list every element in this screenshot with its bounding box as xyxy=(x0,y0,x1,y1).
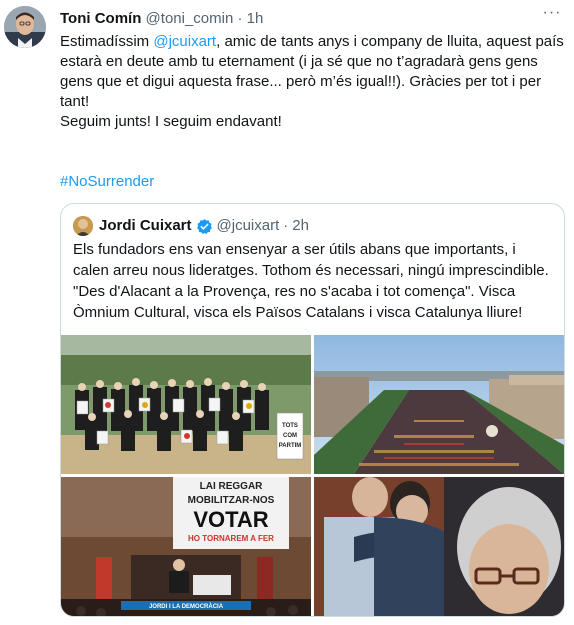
tweet-paragraph-2: Seguim junts! I seguim endavant! xyxy=(60,113,282,130)
sign-line-4: HO TORNAREM A FER xyxy=(188,534,274,543)
sign-line-1: LAI REGGAR xyxy=(200,481,264,492)
banner-text: JORDI I LA DEMOCRÀCIA xyxy=(149,603,224,610)
tweet[interactable]: Toni Comín @toni_comin · 1h ··· Estimadí… xyxy=(0,0,574,625)
quoted-tweet-time[interactable]: 2h xyxy=(292,215,309,237)
tweet-text-segment: Estimadíssim xyxy=(60,33,154,50)
quoted-tweet-header: Jordi Cuixart @jcuixart · 2h xyxy=(73,215,309,237)
quoted-tweet-media-grid: TOTS COM PARTIM LAI REGGAR MOBILITZAR-NO… xyxy=(61,335,564,616)
more-options-icon[interactable]: ··· xyxy=(540,5,564,26)
quoted-author-handle[interactable]: @jcuixart xyxy=(217,215,280,237)
quoted-tweet-text: Els fundadors ens van ensenyar a ser úti… xyxy=(73,241,549,321)
mention-link[interactable]: @jcuixart xyxy=(153,33,216,50)
author-handle[interactable]: @toni_comin xyxy=(146,10,234,27)
photo-crowd-street[interactable] xyxy=(314,335,564,474)
tweet-text: Estimadíssim @jcuixart, amic de tants an… xyxy=(60,32,564,192)
tweet-paragraph-1: Estimadíssim @jcuixart, amic de tants an… xyxy=(60,32,564,112)
photo-group-with-signs[interactable]: TOTS COM PARTIM xyxy=(61,335,311,474)
photo-stage-votar[interactable]: LAI REGGAR MOBILITZAR-NOS VOTAR HO TORNA… xyxy=(61,477,311,616)
verified-badge-icon xyxy=(196,218,213,235)
quoted-author-avatar[interactable] xyxy=(73,216,93,236)
tweet-time[interactable]: 1h xyxy=(247,10,264,27)
quoted-tweet[interactable]: Jordi Cuixart @jcuixart · 2h Els fundado… xyxy=(60,203,565,617)
svg-text:PARTIM: PARTIM xyxy=(279,443,302,449)
author-name[interactable]: Toni Comín xyxy=(60,10,141,27)
sign-line-3: VOTAR xyxy=(193,507,268,532)
separator-dot: · xyxy=(283,217,289,234)
svg-text:TOTS: TOTS xyxy=(282,423,298,429)
author-avatar[interactable] xyxy=(4,6,46,48)
svg-text:COM: COM xyxy=(283,433,297,439)
quoted-author-name[interactable]: Jordi Cuixart xyxy=(99,215,192,237)
hashtag-link[interactable]: #NoSurrender xyxy=(60,173,154,190)
separator-dot: · xyxy=(237,10,243,27)
photo-embrace[interactable] xyxy=(314,477,564,616)
tweet-header: Toni Comín @toni_comin · 1h xyxy=(60,9,564,29)
sign-line-2: MOBILITZAR-NOS xyxy=(188,495,275,506)
